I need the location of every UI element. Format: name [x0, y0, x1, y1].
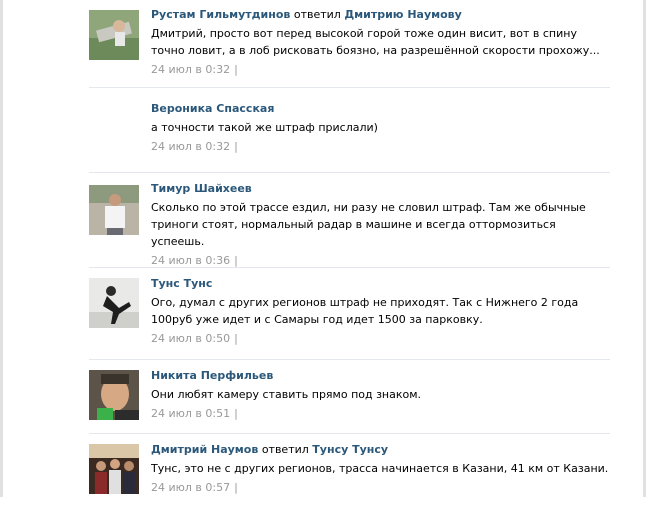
- comment-item: Никита Перфильев Они любят камеру ставит…: [89, 360, 610, 434]
- comment-item: Рустам Гильмутдинов ответил Дмитрию Наум…: [89, 0, 610, 88]
- comment-author-link[interactable]: Вероника Спасская: [151, 102, 274, 115]
- reply-to-link[interactable]: Тунсу Тунсу: [312, 443, 388, 456]
- comment-date-link[interactable]: 24 июл в 0:51: [151, 407, 230, 420]
- comment-date-link[interactable]: 24 июл в 0:50: [151, 332, 230, 345]
- comment-author-link[interactable]: Тунс Тунс: [151, 277, 212, 290]
- comment-text: Тунс, это не с других регионов, трасса н…: [151, 462, 609, 475]
- replied-label: ответил: [261, 443, 309, 456]
- comment-text: Дмитрий, просто вот перед высокой горой …: [151, 27, 600, 57]
- comment-item: Тимур Шайхеев Сколько по этой трассе езд…: [89, 173, 610, 268]
- meta-separator: |: [234, 63, 238, 76]
- comment-author-link[interactable]: Тимур Шайхеев: [151, 182, 252, 195]
- comment-item: Дмитрий Наумов ответил Тунсу Тунсу Тунс,…: [89, 434, 610, 509]
- comment-author-link[interactable]: Рустам Гильмутдинов: [151, 8, 290, 21]
- replied-label: ответил: [293, 8, 341, 21]
- meta-separator: |: [234, 481, 238, 494]
- comments-list: Рустам Гильмутдинов ответил Дмитрию Наум…: [89, 0, 610, 509]
- avatar[interactable]: [89, 10, 139, 60]
- comment-text: Сколько по этой трассе ездил, ни разу не…: [151, 201, 586, 248]
- comment-author-link[interactable]: Никита Перфильев: [151, 369, 273, 382]
- meta-separator: |: [234, 254, 238, 267]
- meta-separator: |: [234, 140, 238, 153]
- comment-date-link[interactable]: 24 июл в 0:32: [151, 63, 230, 76]
- comment-text: Они любят камеру ставить прямо под знако…: [151, 388, 422, 401]
- comment-text: Ого, думал с других регионов штраф не пр…: [151, 296, 579, 326]
- comment-text: а точности такой же штраф прислали): [151, 121, 378, 134]
- comment-date-link[interactable]: 24 июл в 0:36: [151, 254, 230, 267]
- avatar[interactable]: [89, 185, 139, 235]
- left-frame-border: [0, 0, 3, 497]
- comment-date-link[interactable]: 24 июл в 0:57: [151, 481, 230, 494]
- meta-separator: |: [234, 332, 238, 345]
- avatar[interactable]: [89, 278, 139, 328]
- avatar[interactable]: [89, 444, 139, 494]
- comment-date-link[interactable]: 24 июл в 0:32: [151, 140, 230, 153]
- comment-item: Вероника Спасская а точности такой же шт…: [89, 88, 610, 173]
- meta-separator: |: [234, 407, 238, 420]
- comment-item: Тунс Тунс Ого, думал с других регионов ш…: [89, 268, 610, 360]
- reply-to-link[interactable]: Дмитрию Наумову: [344, 8, 461, 21]
- comment-author-link[interactable]: Дмитрий Наумов: [151, 443, 258, 456]
- avatar[interactable]: [89, 370, 139, 420]
